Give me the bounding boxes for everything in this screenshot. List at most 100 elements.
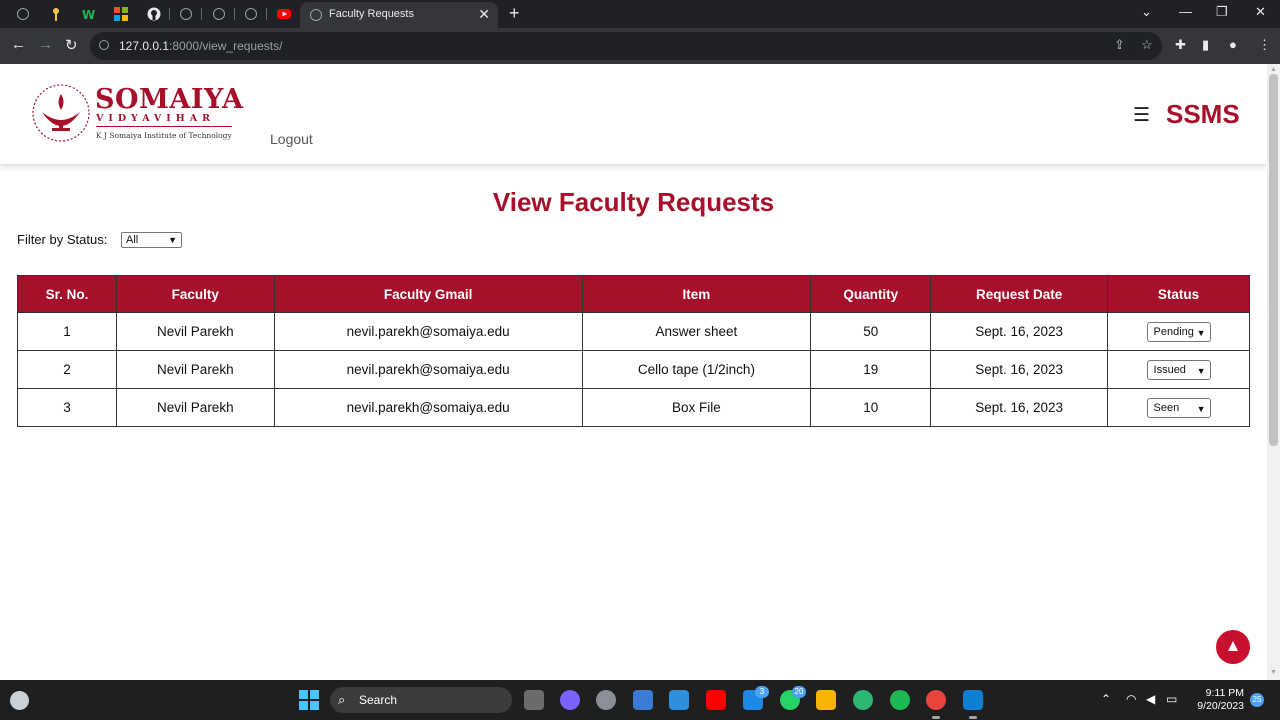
notification-badge[interactable]: 25	[1250, 693, 1264, 707]
mail-icon[interactable]: 3	[743, 686, 769, 710]
wifi-icon[interactable]: ◠	[1126, 692, 1136, 706]
status-select[interactable]: Seen ▼	[1146, 397, 1211, 418]
search-icon: ⌕	[338, 692, 346, 707]
pinned-tab-w[interactable]: W	[81, 6, 97, 22]
cell-status: Issued ▼	[1107, 350, 1250, 389]
table-row: 1 Nevil Parekh nevil.parekh@somaiya.edu …	[17, 312, 1250, 351]
youtube-icon	[277, 9, 291, 19]
maximize-button[interactable]: ❐	[1216, 4, 1228, 20]
pinned-tab-globe-2[interactable]	[178, 6, 194, 22]
status-select[interactable]: Issued ▼	[1146, 359, 1211, 380]
page-content: SOMAIYA VIDYAVIHAR K J Somaiya Institute…	[0, 64, 1267, 680]
active-tab[interactable]: Faculty Requests ✕	[300, 2, 498, 28]
share-icon[interactable]: ⇪	[1114, 37, 1125, 53]
close-tab-icon[interactable]: ✕	[478, 6, 490, 23]
cell-gmail: nevil.parekh@somaiya.edu	[273, 350, 583, 389]
column-header-item: Item	[581, 275, 812, 313]
profile-icon[interactable]: ●	[1229, 37, 1237, 52]
task-view-icon[interactable]	[524, 690, 544, 710]
youtube-icon[interactable]	[706, 690, 726, 710]
site-header: SOMAIYA VIDYAVIHAR K J Somaiya Institute…	[0, 64, 1267, 164]
photos-icon[interactable]	[669, 690, 689, 710]
chevron-down-icon: ▼	[1196, 403, 1206, 414]
pinned-tab-github[interactable]	[146, 6, 162, 22]
whatsapp-icon[interactable]: 20	[780, 686, 806, 710]
start-button[interactable]	[299, 690, 319, 710]
globe-icon	[17, 8, 29, 20]
chevron-down-icon: ▼	[1196, 365, 1206, 376]
spotify-icon[interactable]	[890, 690, 910, 710]
minimize-button[interactable]: —	[1179, 4, 1192, 19]
hamburger-menu-icon[interactable]: ☰	[1133, 104, 1150, 127]
cell-item: Cello tape (1/2inch)	[581, 350, 812, 389]
page-title: View Faculty Requests	[492, 187, 775, 217]
bookmark-star-icon[interactable]: ☆	[1141, 37, 1153, 53]
somaiya-emblem-icon	[32, 84, 90, 142]
settings-gear-icon[interactable]	[596, 690, 616, 710]
file-explorer-icon[interactable]	[816, 690, 836, 710]
cell-quantity: 10	[810, 388, 932, 427]
status-filter-select[interactable]: All ▼	[121, 232, 182, 248]
cell-sr-no: 2	[17, 350, 117, 389]
table-row: 2 Nevil Parekh nevil.parekh@somaiya.edu …	[17, 350, 1250, 389]
site-info-icon[interactable]	[99, 40, 109, 50]
url-text[interactable]: 127.0.0.1:8000/view_requests/	[119, 39, 282, 53]
logout-link[interactable]: Logout	[270, 131, 313, 147]
tab-search-icon[interactable]: ⌄	[1141, 4, 1152, 20]
show-hidden-icons-chevron-icon[interactable]: ⌃	[1101, 692, 1111, 706]
teams-chat-icon[interactable]	[560, 690, 580, 710]
pinned-tab-globe-4[interactable]	[243, 6, 259, 22]
browser-tab-bar: W Faculty Requests ✕ + ⌄ — ❐ ✕	[0, 0, 1280, 28]
scroll-down-arrow-icon[interactable]: ▼	[1270, 669, 1277, 676]
pinned-tab-key[interactable]	[48, 6, 64, 22]
vscode-icon[interactable]	[963, 690, 983, 710]
cell-quantity: 19	[810, 350, 932, 389]
column-header-request-date: Request Date	[930, 275, 1109, 313]
cell-faculty: Nevil Parekh	[115, 312, 275, 351]
cell-date: Sept. 16, 2023	[930, 312, 1109, 351]
close-window-button[interactable]: ✕	[1255, 4, 1266, 20]
reload-button[interactable]: ↻	[65, 36, 78, 54]
column-header-status: Status	[1107, 275, 1250, 313]
column-header-faculty: Faculty	[115, 275, 275, 313]
cell-gmail: nevil.parekh@somaiya.edu	[273, 312, 583, 351]
taskbar-search[interactable]: ⌕ Search	[330, 687, 512, 713]
filter-label: Filter by Status:	[17, 232, 108, 247]
browser-menu-icon[interactable]: ⋮	[1258, 37, 1271, 53]
status-filter-value: All	[126, 234, 139, 246]
somaiya-logo: SOMAIYA VIDYAVIHAR K J Somaiya Institute…	[30, 82, 243, 146]
status-value: Seen	[1153, 401, 1180, 414]
weather-icon[interactable]	[10, 691, 29, 710]
cell-date: Sept. 16, 2023	[930, 350, 1109, 389]
app-name: SSMS	[1166, 99, 1240, 129]
extensions-icon[interactable]: ✚	[1175, 37, 1186, 53]
mail-badge: 3	[755, 686, 769, 698]
scrollbar-thumb[interactable]	[1269, 74, 1278, 446]
volume-icon[interactable]: ◀	[1146, 692, 1155, 706]
forward-button[interactable]: →	[38, 36, 53, 53]
cell-gmail: nevil.parekh@somaiya.edu	[273, 388, 583, 427]
back-button[interactable]: ←	[11, 36, 26, 53]
globe-icon	[180, 8, 192, 20]
cell-status: Pending ▼	[1107, 312, 1250, 351]
browser-toolbar: ← → ↻ 127.0.0.1:8000/view_requests/ ⇪ ☆ …	[0, 28, 1280, 64]
clipchamp-icon[interactable]	[633, 690, 653, 710]
address-bar[interactable]: 127.0.0.1:8000/view_requests/ ⇪ ☆	[90, 32, 1162, 60]
pinned-tab-youtube[interactable]	[276, 6, 292, 22]
new-tab-button[interactable]: +	[509, 3, 520, 24]
microsoft-icon	[114, 7, 128, 21]
battery-icon[interactable]: ▭	[1166, 692, 1177, 706]
tab-title: Faculty Requests	[329, 8, 414, 20]
status-value: Issued	[1153, 363, 1186, 376]
scroll-up-arrow-icon[interactable]: ▲	[1270, 66, 1277, 73]
chrome-icon[interactable]	[926, 690, 946, 710]
page-scrollbar[interactable]: ▲ ▼	[1267, 64, 1280, 680]
pinned-tab-globe-3[interactable]	[211, 6, 227, 22]
system-clock[interactable]: 9:11 PM 9/20/2023	[1196, 687, 1244, 713]
pinned-tab-microsoft[interactable]	[113, 6, 129, 22]
side-panel-icon[interactable]: ▮	[1202, 37, 1209, 53]
scroll-to-top-button[interactable]: ▲	[1216, 630, 1250, 664]
pinned-tab-globe[interactable]	[15, 6, 31, 22]
edge-icon[interactable]	[853, 690, 873, 710]
status-select[interactable]: Pending ▼	[1146, 321, 1211, 342]
